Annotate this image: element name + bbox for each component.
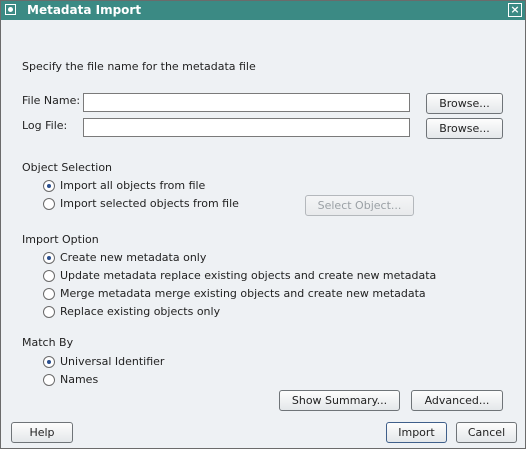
window-menu-icon[interactable]	[5, 4, 16, 15]
replace-existing-radio[interactable]	[43, 306, 55, 318]
import-selected-objects-label[interactable]: Import selected objects from file	[60, 197, 239, 210]
object-selection-heading: Object Selection	[22, 161, 113, 174]
advanced-button[interactable]: Advanced...	[411, 390, 503, 411]
replace-existing-label[interactable]: Replace existing objects only	[60, 305, 220, 318]
create-new-metadata-radio[interactable]	[43, 252, 55, 264]
title-bar[interactable]: Metadata Import ×	[1, 1, 525, 20]
log-file-browse-button[interactable]: Browse...	[426, 118, 503, 139]
log-file-input[interactable]	[83, 118, 410, 137]
window-title: Metadata Import	[27, 3, 142, 17]
import-option-heading: Import Option	[22, 233, 99, 246]
import-all-objects-label[interactable]: Import all objects from file	[60, 179, 205, 192]
file-name-browse-button[interactable]: Browse...	[426, 93, 503, 114]
merge-metadata-label[interactable]: Merge metadata merge existing objects an…	[60, 287, 426, 300]
update-metadata-radio[interactable]	[43, 270, 55, 282]
create-new-metadata-label[interactable]: Create new metadata only	[60, 251, 206, 264]
instruction-text: Specify the file name for the metadata f…	[22, 60, 256, 73]
show-summary-button[interactable]: Show Summary...	[279, 390, 400, 411]
cancel-button[interactable]: Cancel	[456, 422, 517, 443]
log-file-label: Log File:	[22, 119, 68, 132]
import-all-objects-radio[interactable]	[43, 180, 55, 192]
import-button[interactable]: Import	[386, 422, 447, 443]
match-by-heading: Match By	[22, 336, 74, 349]
select-object-button[interactable]: Select Object...	[305, 195, 414, 216]
universal-identifier-radio[interactable]	[43, 356, 55, 368]
universal-identifier-label[interactable]: Universal Identifier	[60, 355, 164, 368]
import-selected-objects-radio[interactable]	[43, 198, 55, 210]
file-name-input[interactable]	[83, 93, 410, 112]
close-icon[interactable]: ×	[508, 3, 522, 17]
names-radio[interactable]	[43, 374, 55, 386]
merge-metadata-radio[interactable]	[43, 288, 55, 300]
metadata-import-dialog: Metadata Import × Specify the file name …	[0, 0, 526, 449]
help-button[interactable]: Help	[11, 422, 73, 443]
file-name-label: File Name:	[22, 94, 81, 107]
names-label[interactable]: Names	[60, 373, 98, 386]
update-metadata-label[interactable]: Update metadata replace existing objects…	[60, 269, 436, 282]
